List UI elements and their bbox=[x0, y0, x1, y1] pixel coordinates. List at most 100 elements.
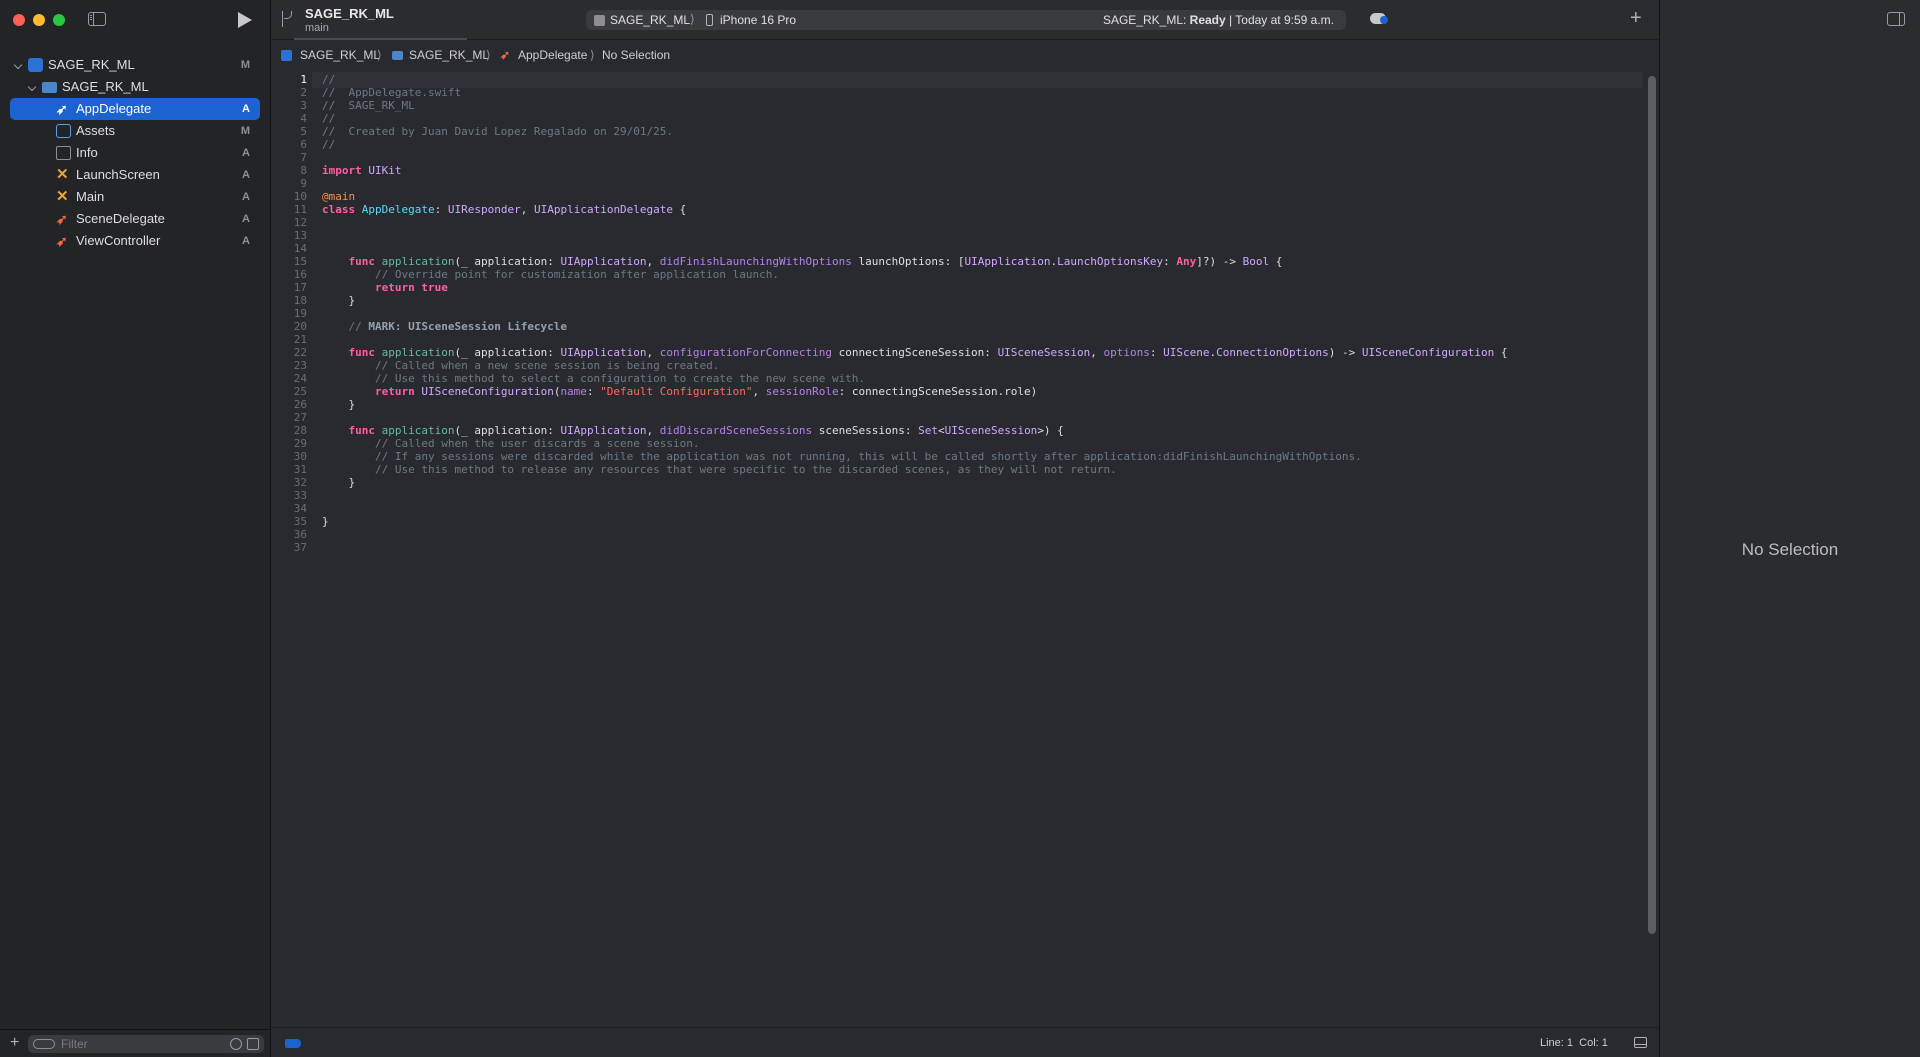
toolbar: SAGE_RK_ML main SAGE_RK_ML ⟩ iPhone 16 P… bbox=[272, 0, 1658, 40]
folder-icon bbox=[392, 51, 403, 60]
editor-status-bar: Line: 1 Col: 1 bbox=[272, 1027, 1658, 1057]
navigator-filter-input[interactable]: Filter bbox=[28, 1035, 264, 1053]
tree-item-label: LaunchScreen bbox=[76, 167, 160, 182]
tree-item-viewcontroller[interactable]: ➶ ViewController A bbox=[0, 230, 270, 252]
filter-icon bbox=[33, 1039, 55, 1049]
zoom-window-button[interactable] bbox=[53, 14, 65, 26]
breadcrumb-project[interactable]: SAGE_RK_ML bbox=[300, 48, 380, 62]
storyboard-icon: ✕ bbox=[56, 188, 69, 205]
chevron-right-icon: ⟩ bbox=[690, 12, 695, 26]
vcs-status-badge: A bbox=[242, 213, 250, 225]
vcs-status-badge: A bbox=[242, 147, 250, 159]
breadcrumb-file[interactable]: AppDelegate bbox=[518, 48, 587, 62]
tree-item-label: AppDelegate bbox=[76, 101, 152, 116]
plist-icon bbox=[56, 146, 71, 160]
tree-item-label: Info bbox=[76, 145, 98, 160]
asset-catalog-icon bbox=[56, 124, 71, 138]
chevron-down-icon[interactable] bbox=[13, 60, 23, 70]
branch-icon bbox=[282, 11, 294, 27]
activity-view: SAGE_RK_ML ⟩ iPhone 16 Pro SAGE_RK_ML: R… bbox=[586, 10, 1346, 30]
filter-placeholder: Filter bbox=[61, 1037, 88, 1051]
project-icon bbox=[281, 50, 292, 61]
tree-item-launchscreen[interactable]: ✕ LaunchScreen A bbox=[0, 164, 270, 186]
inspector-empty-state: No Selection bbox=[1741, 540, 1839, 559]
swift-file-icon: ➶ bbox=[500, 48, 511, 62]
build-status: SAGE_RK_ML: Ready | Today at 9:59 a.m. bbox=[1102, 13, 1334, 27]
tree-item-label: SceneDelegate bbox=[76, 211, 165, 226]
code-text: } bbox=[322, 294, 356, 307]
chevron-down-icon[interactable] bbox=[27, 82, 37, 92]
tree-item-label: ViewController bbox=[76, 233, 161, 248]
branch-name[interactable]: main bbox=[305, 22, 329, 34]
line-number[interactable]: 37 bbox=[272, 540, 307, 556]
swift-file-icon: ➶ bbox=[56, 233, 68, 249]
tree-item-appdelegate[interactable]: ➶ AppDelegate A bbox=[10, 98, 260, 120]
code-text: // Use this method to release any resour… bbox=[374, 463, 1117, 476]
iphone-icon bbox=[706, 14, 713, 26]
code-text: } bbox=[322, 515, 329, 528]
chevron-right-icon: ⟩ bbox=[377, 48, 382, 62]
tree-item-main[interactable]: ✕ Main A bbox=[0, 186, 270, 208]
project-icon bbox=[28, 58, 43, 72]
navigator-footer: + Filter bbox=[0, 1029, 270, 1057]
editor-scrollbar[interactable] bbox=[1648, 76, 1656, 934]
app-icon bbox=[594, 15, 605, 26]
code-text: } bbox=[322, 398, 356, 411]
tree-item-project[interactable]: SAGE_RK_ML M bbox=[0, 54, 270, 76]
file-tree: SAGE_RK_ML M SAGE_RK_ML ➶ AppDelegate A … bbox=[0, 54, 270, 252]
code-text: // Created by Juan David Lopez Regalado … bbox=[322, 125, 673, 138]
tree-item-assets[interactable]: Assets M bbox=[0, 120, 270, 142]
library-add-button[interactable]: + bbox=[1630, 7, 1642, 30]
vcs-status-badge: A bbox=[242, 235, 250, 247]
run-destination-selector[interactable]: iPhone 16 Pro bbox=[720, 13, 796, 27]
code-text: } bbox=[322, 476, 356, 489]
code-text: // SAGE_RK_ML bbox=[322, 99, 415, 112]
code-text: // bbox=[322, 138, 336, 151]
project-navigator: SAGE_RK_ML M SAGE_RK_ML ➶ AppDelegate A … bbox=[0, 0, 271, 1057]
code-text: class AppDelegate: UIResponder, UIApplic… bbox=[322, 203, 687, 216]
folder-icon bbox=[42, 82, 57, 93]
source-editor[interactable]: 1//2// AppDelegate.swift 3// SAGE_RK_ML 4/… bbox=[272, 72, 1643, 1026]
vcs-status-badge: A bbox=[242, 191, 250, 203]
recent-files-icon[interactable] bbox=[230, 1038, 242, 1050]
chevron-right-icon: ⟩ bbox=[590, 48, 595, 62]
tree-item-folder[interactable]: SAGE_RK_ML bbox=[0, 76, 270, 98]
vcs-status-badge: M bbox=[240, 59, 250, 71]
project-title[interactable]: SAGE_RK_ML bbox=[305, 6, 394, 21]
tree-item-info[interactable]: Info A bbox=[0, 142, 270, 164]
current-line-highlight bbox=[312, 72, 1643, 88]
tree-item-scenedelegate[interactable]: ➶ SceneDelegate A bbox=[0, 208, 270, 230]
vcs-status-badge: M bbox=[240, 125, 250, 137]
tree-item-label: Main bbox=[76, 189, 105, 204]
source-control-filter-icon[interactable] bbox=[247, 1038, 259, 1050]
xcode-window: SAGE_RK_ML M SAGE_RK_ML ➶ AppDelegate A … bbox=[0, 0, 1920, 1057]
inspector-panel: No Selection bbox=[1659, 0, 1920, 1057]
tree-item-label: SAGE_RK_ML bbox=[62, 79, 149, 94]
breadcrumb-folder[interactable]: SAGE_RK_ML bbox=[409, 48, 489, 62]
minimize-window-button[interactable] bbox=[33, 14, 45, 26]
scheme-selector[interactable]: SAGE_RK_ML bbox=[610, 13, 690, 27]
vcs-status-badge: A bbox=[242, 103, 250, 115]
breakpoint-tag-icon[interactable] bbox=[285, 1039, 301, 1048]
storyboard-icon: ✕ bbox=[56, 166, 69, 183]
cursor-position: Line: 1 Col: 1 bbox=[1540, 1037, 1608, 1049]
code-text: return UISceneConfiguration(name: "Defau… bbox=[374, 385, 1038, 398]
vcs-status-badge: A bbox=[242, 169, 250, 181]
title-divider bbox=[294, 38, 467, 40]
swift-file-icon: ➶ bbox=[56, 101, 68, 117]
editor-area: SAGE_RK_ML main SAGE_RK_ML ⟩ iPhone 16 P… bbox=[272, 0, 1658, 1057]
code-text: import UIKit bbox=[322, 164, 402, 177]
add-file-button[interactable]: + bbox=[10, 1034, 19, 1052]
cloud-icon[interactable] bbox=[1370, 13, 1388, 24]
inspector-toggle-icon[interactable] bbox=[1887, 12, 1905, 26]
tree-item-label: Assets bbox=[76, 123, 116, 138]
chevron-right-icon: ⟩ bbox=[486, 48, 491, 62]
run-button[interactable] bbox=[238, 12, 252, 28]
breadcrumb-symbol[interactable]: No Selection bbox=[602, 48, 670, 62]
code-text: // MARK: UISceneSession Lifecycle bbox=[348, 320, 568, 333]
debug-area-toggle-icon[interactable] bbox=[1634, 1037, 1647, 1048]
close-window-button[interactable] bbox=[13, 14, 25, 26]
tree-item-label: SAGE_RK_ML bbox=[48, 57, 135, 72]
navigator-toggle-icon[interactable] bbox=[88, 12, 106, 26]
swift-file-icon: ➶ bbox=[56, 211, 68, 227]
